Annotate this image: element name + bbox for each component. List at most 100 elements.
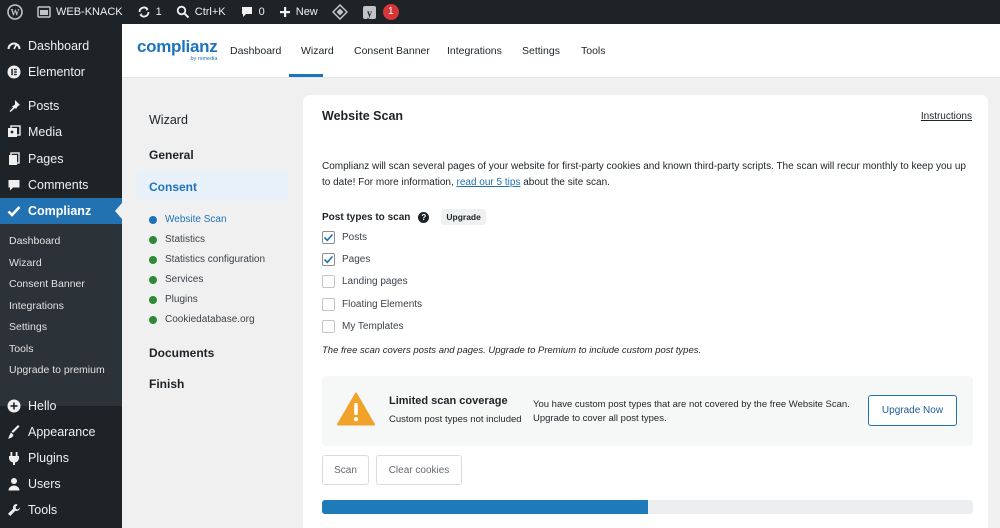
tab-tools[interactable]: Tools — [581, 45, 606, 57]
wizard-section-finish[interactable]: Finish — [149, 377, 184, 391]
checkbox-label: Landing pages — [342, 276, 408, 287]
menu-complianz[interactable]: Complianz — [0, 198, 122, 224]
checkbox[interactable] — [322, 253, 335, 266]
post-type-my-templates[interactable]: My Templates — [322, 320, 404, 333]
desc-text-end: about the site scan. — [520, 177, 610, 188]
scan-description: Complianz will scan several pages of you… — [322, 159, 974, 191]
logo-byline: by rsmedia — [190, 56, 218, 62]
wizard-section-consent[interactable]: Consent — [149, 180, 197, 194]
submenu-wizard[interactable]: Wizard — [9, 257, 42, 269]
menu-comments[interactable]: Comments — [0, 172, 122, 198]
notice-subtitle: Custom post types not included — [389, 414, 522, 425]
comment-bubble-icon — [241, 7, 252, 17]
wizard-title: Wizard — [149, 113, 188, 127]
menu-tools[interactable]: Tools — [0, 497, 122, 523]
admin-bar: W WEB-KNACK 1 Ctrl+K 0 New y 1 — [0, 0, 1000, 24]
tab-settings[interactable]: Settings — [522, 45, 560, 57]
post-types-label: Post types to scan — [322, 211, 411, 223]
complianz-logo[interactable]: complianz by rsmedia — [137, 37, 218, 62]
submenu-dashboard[interactable]: Dashboard — [9, 235, 60, 247]
submenu-settings[interactable]: Settings — [9, 321, 47, 333]
wizard-step-cookiedatabase[interactable]: Cookiedatabase.org — [149, 314, 255, 325]
checkbox-label: Posts — [342, 232, 368, 243]
site-name-link[interactable]: WEB-KNACK — [30, 0, 130, 24]
step-complete-dot — [149, 235, 157, 244]
tab-wizard[interactable]: Wizard — [301, 45, 334, 57]
checkmark-icon — [323, 233, 334, 242]
upgrade-now-button[interactable]: Upgrade Now — [868, 395, 957, 426]
wizard-step-statistics[interactable]: Statistics — [149, 234, 205, 245]
step-label: Cookiedatabase.org — [165, 314, 255, 325]
help-icon[interactable]: ? — [418, 211, 430, 223]
wizard-section-general[interactable]: General — [149, 148, 194, 162]
menu-label: Users — [28, 477, 61, 491]
step-label: Services — [165, 274, 204, 285]
step-label: Plugins — [165, 294, 198, 305]
comments-link[interactable]: 0 — [233, 0, 272, 24]
wizard-section-documents[interactable]: Documents — [149, 346, 214, 360]
menu-appearance[interactable]: Appearance — [0, 419, 122, 445]
diamond-plugin-link[interactable] — [325, 0, 355, 24]
updates-count: 1 — [155, 6, 162, 18]
search-icon — [176, 5, 189, 19]
post-types-field-label: Post types to scan ? Upgrade — [322, 209, 486, 225]
checkbox[interactable] — [322, 275, 335, 288]
submenu-consent-banner[interactable]: Consent Banner — [9, 278, 85, 290]
clear-cookies-button[interactable]: Clear cookies — [376, 455, 462, 485]
desc-text: Complianz will scan several pages of you… — [322, 161, 966, 188]
yoast-link[interactable]: y 1 — [355, 0, 406, 24]
checkbox[interactable] — [322, 320, 335, 333]
post-type-floating-elements[interactable]: Floating Elements — [322, 298, 422, 311]
menu-label: Posts — [28, 99, 60, 113]
wizard-step-services[interactable]: Services — [149, 274, 203, 285]
search-shortcut[interactable]: Ctrl+K — [169, 0, 233, 24]
menu-plugins[interactable]: Plugins — [0, 445, 122, 471]
upgrade-tag[interactable]: Upgrade — [441, 209, 486, 225]
menu-dashboard[interactable]: Dashboard — [0, 33, 122, 59]
menu-hello[interactable]: Hello — [0, 393, 122, 419]
menu-users[interactable]: Users — [0, 471, 122, 497]
checkbox-label: Floating Elements — [342, 299, 423, 310]
checkbox[interactable] — [322, 298, 335, 311]
menu-pages[interactable]: Pages — [0, 146, 122, 172]
comment-icon — [6, 177, 22, 193]
read-tips-link[interactable]: read our 5 tips — [457, 177, 521, 188]
checkmark-icon — [323, 255, 334, 264]
scan-progress-fill — [322, 500, 648, 514]
tab-consent-banner[interactable]: Consent Banner — [354, 45, 430, 57]
menu-elementor[interactable]: Elementor — [0, 59, 122, 85]
checkbox-label: Pages — [342, 254, 371, 265]
plus-circle-icon — [6, 398, 22, 414]
menu-label: Appearance — [28, 425, 96, 439]
scan-button[interactable]: Scan — [322, 455, 369, 485]
wizard-step-website-scan[interactable]: Website Scan — [149, 214, 227, 225]
complianz-submenu: Dashboard Wizard Consent Banner Integrat… — [0, 224, 122, 406]
new-content-link[interactable]: New — [272, 0, 325, 24]
post-type-posts[interactable]: Posts — [322, 231, 367, 244]
wizard-step-statistics-configuration[interactable]: Statistics configuration — [149, 254, 265, 265]
wordpress-icon: W — [7, 4, 23, 20]
admin-sidebar: Dashboard Elementor Posts Media Pages Co… — [0, 24, 122, 528]
site-name: WEB-KNACK — [56, 6, 123, 18]
updates-link[interactable]: 1 — [130, 0, 169, 24]
menu-media[interactable]: Media — [0, 119, 122, 145]
post-type-pages[interactable]: Pages — [322, 253, 370, 266]
instructions-link[interactable]: Instructions — [921, 111, 972, 122]
wp-logo-button[interactable]: W — [0, 0, 30, 24]
submenu-upgrade-premium[interactable]: Upgrade to premium — [9, 364, 105, 376]
menu-label: Dashboard — [28, 39, 90, 53]
tab-dashboard[interactable]: Dashboard — [230, 45, 281, 57]
post-type-landing-pages[interactable]: Landing pages — [322, 275, 408, 288]
user-icon — [6, 476, 22, 492]
menu-posts[interactable]: Posts — [0, 93, 122, 119]
submenu-integrations[interactable]: Integrations — [9, 300, 64, 312]
plugin-header: complianz by rsmedia Dashboard Wizard Co… — [122, 24, 1000, 78]
search-shortcut-label: Ctrl+K — [194, 6, 226, 18]
warning-icon — [337, 392, 375, 426]
checkbox[interactable] — [322, 231, 335, 244]
step-label: Statistics configuration — [165, 254, 266, 265]
tab-integrations[interactable]: Integrations — [447, 45, 502, 57]
submenu-tools[interactable]: Tools — [9, 343, 34, 355]
wizard-step-plugins[interactable]: Plugins — [149, 294, 198, 305]
step-label: Website Scan — [165, 214, 227, 225]
